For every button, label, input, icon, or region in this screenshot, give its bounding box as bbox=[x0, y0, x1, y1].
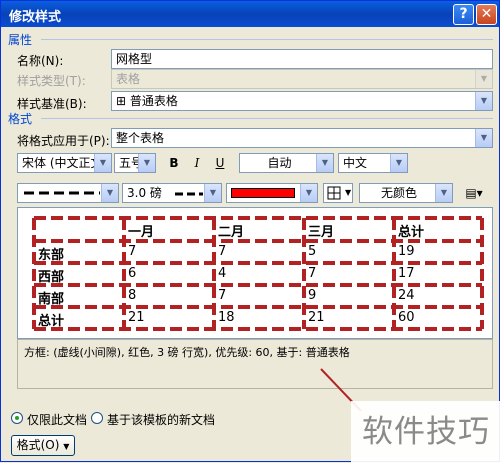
column-header: 二月 bbox=[218, 225, 245, 240]
modify-style-dialog: 修改样式 ? ✕ 属性 名称(N): 网格型 样式类型(T): 表格 ▼ 样式基… bbox=[0, 0, 500, 463]
chevron-down-icon: ▼ bbox=[204, 184, 221, 202]
style-description: 方框: (虚线(小间隙), 红色, 3 磅 行宽), 优先级: 60, 基于: … bbox=[17, 339, 493, 389]
style-base-select[interactable]: ⊞ 普通表格 ▼ bbox=[111, 91, 493, 111]
column-header: 总计 bbox=[398, 225, 425, 240]
table-cell: 4 bbox=[218, 266, 227, 281]
style-type-select: 表格 ▼ bbox=[111, 69, 493, 89]
table-cell: 60 bbox=[398, 310, 415, 325]
table-icon: ⊞ bbox=[116, 94, 130, 108]
table-cell: 21 bbox=[308, 310, 325, 325]
properties-section-title: 属性 bbox=[8, 33, 33, 47]
font-color-select[interactable]: 自动 ▼ bbox=[239, 153, 334, 173]
chevron-down-icon: ▼ bbox=[475, 129, 492, 147]
italic-button[interactable]: I bbox=[186, 153, 208, 173]
cell-alignment-icon: ▤▾ bbox=[465, 186, 483, 200]
chevron-down-icon: ▼ bbox=[316, 154, 333, 172]
watermark: 软件技巧 bbox=[351, 401, 500, 463]
close-button[interactable]: ✕ bbox=[476, 4, 497, 25]
table-cell: 5 bbox=[308, 244, 317, 259]
table-cell: 19 bbox=[398, 244, 415, 259]
chevron-down-icon: ▼ bbox=[138, 154, 155, 172]
chevron-down-icon: ▼ bbox=[390, 154, 407, 172]
dialog-title: 修改样式 bbox=[9, 10, 62, 25]
apply-to-label: 将格式应用于(P): bbox=[17, 134, 110, 148]
table-cell: 21 bbox=[128, 310, 145, 325]
column-header: 三月 bbox=[308, 225, 335, 240]
section-divider bbox=[41, 39, 493, 40]
format-section-title: 格式 bbox=[8, 112, 33, 126]
chevron-down-icon: ▼ bbox=[345, 188, 352, 197]
chevron-down-icon: ▼ bbox=[63, 442, 70, 451]
name-label: 名称(N): bbox=[17, 54, 64, 68]
table-cell: 7 bbox=[308, 266, 317, 281]
row-header: 西部 bbox=[38, 270, 65, 285]
script-select[interactable]: 中文 ▼ bbox=[338, 153, 408, 173]
grid-borders-icon bbox=[327, 186, 341, 200]
chevron-down-icon: ▼ bbox=[475, 92, 492, 110]
format-button-label: 格式(O) bbox=[16, 438, 60, 452]
apply-to-value: 整个表格 bbox=[116, 131, 165, 145]
table-cell: 17 bbox=[398, 266, 415, 281]
title-bar: 修改样式 ? ✕ bbox=[1, 1, 499, 27]
chevron-down-icon: ▼ bbox=[475, 70, 492, 88]
style-base-value: 普通表格 bbox=[129, 94, 178, 108]
new-docs-template-radio[interactable] bbox=[91, 412, 103, 424]
chevron-down-icon: ▼ bbox=[300, 184, 317, 202]
fill-color-select[interactable]: 无颜色 ▼ bbox=[359, 183, 453, 203]
help-button[interactable]: ? bbox=[453, 4, 474, 25]
dashed-line-icon bbox=[24, 191, 100, 195]
alignment-button[interactable]: ▤▾ bbox=[459, 183, 489, 203]
underline-button[interactable]: U bbox=[209, 153, 231, 173]
style-type-value: 表格 bbox=[116, 72, 141, 86]
column-header: 一月 bbox=[128, 225, 155, 240]
table-cell: 7 bbox=[218, 288, 227, 303]
chevron-down-icon: ▼ bbox=[94, 154, 111, 172]
style-type-label: 样式类型(T): bbox=[17, 74, 86, 88]
border-weight-value: 3.0 磅 bbox=[127, 186, 162, 200]
section-divider bbox=[41, 118, 493, 119]
bold-button[interactable]: B bbox=[163, 153, 185, 173]
table-cell: 7 bbox=[218, 244, 227, 259]
row-header: 总计 bbox=[38, 314, 65, 329]
apply-to-select[interactable]: 整个表格 ▼ bbox=[111, 128, 493, 148]
border-color-select[interactable]: ▼ bbox=[226, 183, 318, 203]
only-this-document-label: 仅限此文档 bbox=[27, 413, 88, 427]
chevron-down-icon: ▼ bbox=[435, 184, 452, 202]
format-menu-button[interactable]: 格式(O) ▼ bbox=[11, 435, 75, 456]
border-weight-select[interactable]: 3.0 磅 ▼ bbox=[122, 183, 222, 203]
fill-color-value: 无颜色 bbox=[380, 186, 417, 200]
font-value: 宋体 (中文正文 bbox=[22, 156, 103, 170]
font-size-select[interactable]: 五号 ▼ bbox=[114, 153, 156, 173]
row-header: 南部 bbox=[38, 292, 65, 307]
table-cell: 18 bbox=[218, 310, 235, 325]
dashed-line-icon bbox=[175, 192, 203, 196]
border-style-select[interactable]: ▼ bbox=[17, 183, 119, 203]
font-color-value: 自动 bbox=[267, 156, 292, 170]
borders-button[interactable]: ▼ bbox=[323, 183, 353, 203]
script-value: 中文 bbox=[343, 156, 368, 170]
chevron-down-icon: ▼ bbox=[101, 184, 118, 202]
table-cell: 6 bbox=[128, 266, 137, 281]
table-cell: 9 bbox=[308, 288, 317, 303]
table-cell: 7 bbox=[128, 244, 137, 259]
row-header: 东部 bbox=[38, 248, 65, 263]
only-this-document-radio[interactable] bbox=[11, 412, 23, 424]
table-cell: 24 bbox=[398, 288, 415, 303]
table-cell: 8 bbox=[128, 288, 137, 303]
style-preview: 一月 二月 三月 总计 东部 7 7 5 19 西部 6 4 7 17 南部 8 7 9 24 总计 21 18 21 60 bbox=[17, 207, 493, 339]
new-docs-template-label: 基于该模板的新文档 bbox=[107, 413, 216, 427]
font-select[interactable]: 宋体 (中文正文 ▼ bbox=[17, 153, 112, 173]
name-field[interactable]: 网格型 bbox=[111, 49, 493, 69]
border-color-swatch bbox=[231, 188, 295, 198]
